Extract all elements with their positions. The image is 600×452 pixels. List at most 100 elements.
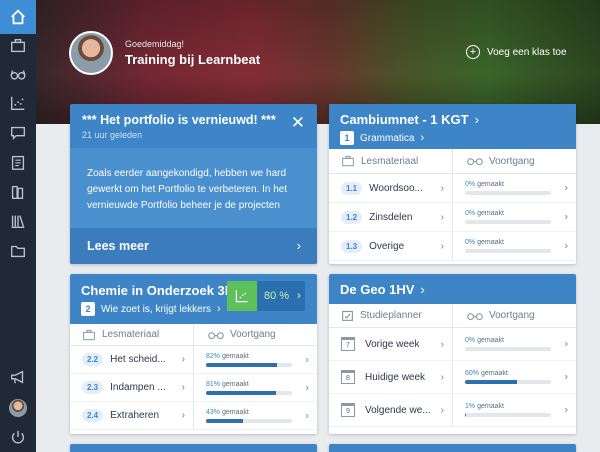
chevron-right-icon: ›: [440, 240, 444, 252]
lesson-list: 2.2 Het scheid... › 82% gemaakt › 2.3 Indampen…: [70, 346, 317, 430]
nav-courses[interactable]: [0, 31, 36, 61]
nav-tasks[interactable]: [0, 147, 36, 177]
glasses-icon: [208, 331, 224, 339]
power-icon: [11, 430, 25, 444]
progress-text: 43% gemaakt: [206, 408, 249, 416]
list-item: 1.2 Zinsdelen › 0% gemaakt ›: [329, 203, 576, 232]
course-header[interactable]: Chemie in Onderzoek 3H 2 Wie zoet is, kr…: [70, 274, 317, 324]
announcement-title: *** Het portfolio is vernieuwd! ***: [82, 113, 276, 127]
nav-announcements[interactable]: [0, 362, 36, 392]
chevron-right-icon: ›: [564, 182, 568, 194]
plus-icon: +: [466, 45, 480, 59]
lesson-title: Huidige week: [365, 371, 426, 383]
chevron-right-icon: ›: [297, 290, 301, 302]
course-header[interactable]: Cambiumnet - 1 KGT › 1 Grammatica ›: [329, 104, 576, 149]
chevron-right-icon: ›: [305, 382, 309, 393]
progress-fill: [465, 413, 466, 417]
calendar-icon: 9: [341, 403, 355, 417]
column-header: Studieplanner Voortgang: [329, 304, 576, 328]
progress-link[interactable]: 0% gemaakt ›: [453, 174, 576, 202]
lesson-link[interactable]: 1.3 Overige ›: [329, 232, 453, 260]
course-card-partial[interactable]: [329, 444, 576, 452]
course-card-cambiumnet: Cambiumnet - 1 KGT › 1 Grammatica › Lesm…: [329, 104, 576, 264]
lesson-link[interactable]: 9 Volgende we... ›: [329, 394, 453, 426]
nav-books[interactable]: [0, 177, 36, 207]
progress-text: 81% gemaakt: [206, 380, 249, 388]
sidebar: [0, 0, 36, 452]
nav-review[interactable]: [0, 59, 36, 89]
lesson-link[interactable]: 2.3 Indampen ... ›: [70, 374, 194, 401]
close-icon[interactable]: ✕: [291, 114, 305, 131]
progress-fill: [465, 380, 517, 384]
column-label: Lesmateriaal: [361, 155, 419, 167]
chevron-right-icon: ›: [564, 404, 568, 416]
progress-bar: [465, 249, 551, 253]
greeting: Goedemiddag!: [125, 39, 185, 49]
progress-link[interactable]: 0% gemaakt ›: [453, 328, 576, 360]
lesson-link[interactable]: 7 Vorige week ›: [329, 328, 453, 360]
read-more-button[interactable]: Lees meer ›: [70, 228, 317, 264]
column-label: Studieplanner: [360, 310, 422, 321]
nav-results[interactable]: [0, 88, 36, 118]
list-item: 2.4 Extraheren › 43% gemaakt ›: [70, 402, 317, 430]
column-label: Voortgang: [489, 310, 535, 321]
add-class-button[interactable]: + Voeg een klas toe: [466, 45, 567, 59]
progress-link[interactable]: 60% gemaakt ›: [453, 361, 576, 393]
lesson-title: Vorige week: [365, 338, 420, 350]
calendar-icon: 7: [341, 337, 355, 351]
books-icon: [11, 185, 24, 199]
lesson-number: 2.3: [82, 381, 104, 394]
chat-icon: [11, 126, 25, 141]
chevron-right-icon: ›: [440, 338, 444, 350]
nav-messages[interactable]: [0, 118, 36, 148]
score-badge[interactable]: 80 % ›: [227, 281, 305, 311]
lesson-number: 1.2: [341, 210, 363, 224]
progress-link[interactable]: 81% gemaakt ›: [194, 374, 317, 401]
nav-library[interactable]: [0, 206, 36, 236]
lesson-link[interactable]: 1.2 Zinsdelen ›: [329, 203, 453, 231]
nav-files[interactable]: [0, 236, 36, 266]
nav-home[interactable]: [0, 0, 36, 34]
column-label: Voortgang: [230, 329, 276, 340]
chevron-right-icon: ›: [440, 371, 444, 383]
lesson-number: 2.4: [82, 409, 104, 422]
lesson-title: Woordsoo...: [369, 182, 423, 194]
progress-text: 0% gemaakt: [465, 337, 504, 344]
progress-link[interactable]: 82% gemaakt ›: [194, 346, 317, 373]
library-icon: [11, 215, 25, 228]
chevron-right-icon: ›: [296, 238, 301, 253]
announcement-body: Zoals eerder aangekondigd, hebben we har…: [87, 168, 288, 211]
chapter-link[interactable]: 2 Wie zoet is, krijgt lekkers ›: [81, 302, 221, 316]
scatter-chart-icon: [227, 281, 257, 311]
progress-fill: [206, 418, 243, 423]
list-item: 7 Vorige week › 0% gemaakt ›: [329, 328, 576, 361]
nav-profile[interactable]: [0, 393, 36, 423]
lesson-link[interactable]: 2.2 Het scheid... ›: [70, 346, 194, 373]
lesson-title: Overige: [369, 240, 405, 252]
course-title: De Geo 1HV: [340, 282, 415, 297]
chevron-right-icon: ›: [181, 382, 185, 393]
progress-link[interactable]: 0% gemaakt ›: [453, 203, 576, 231]
progress-link[interactable]: 1% gemaakt ›: [453, 394, 576, 426]
course-card-partial[interactable]: [70, 444, 317, 452]
lesson-link[interactable]: 2.4 Extraheren ›: [70, 402, 194, 429]
add-class-label: Voeg een klas toe: [487, 46, 567, 58]
progress-text: 82% gemaakt: [206, 352, 249, 360]
avatar[interactable]: [69, 31, 113, 75]
progress-link[interactable]: 43% gemaakt ›: [194, 402, 317, 429]
chevron-right-icon: ›: [564, 240, 568, 252]
glasses-icon: [467, 312, 483, 320]
course-header[interactable]: De Geo 1HV ›: [329, 274, 576, 304]
chapter-link[interactable]: 1 Grammatica ›: [340, 131, 424, 145]
lesson-number: 1.3: [341, 239, 363, 253]
lesson-title: Volgende we...: [365, 404, 431, 416]
nav-logout[interactable]: [0, 422, 36, 452]
progress-link[interactable]: 0% gemaakt ›: [453, 232, 576, 260]
calendar-icon: 8: [341, 370, 355, 384]
scatter-chart-icon: [11, 96, 25, 110]
lesson-link[interactable]: 1.1 Woordsoo... ›: [329, 174, 453, 202]
lesson-link[interactable]: 8 Huidige week ›: [329, 361, 453, 393]
course-title: Chemie in Onderzoek 3H: [81, 283, 231, 298]
announcement-time: 21 uur geleden: [82, 130, 143, 140]
progress-text: 0% gemaakt: [465, 210, 504, 217]
